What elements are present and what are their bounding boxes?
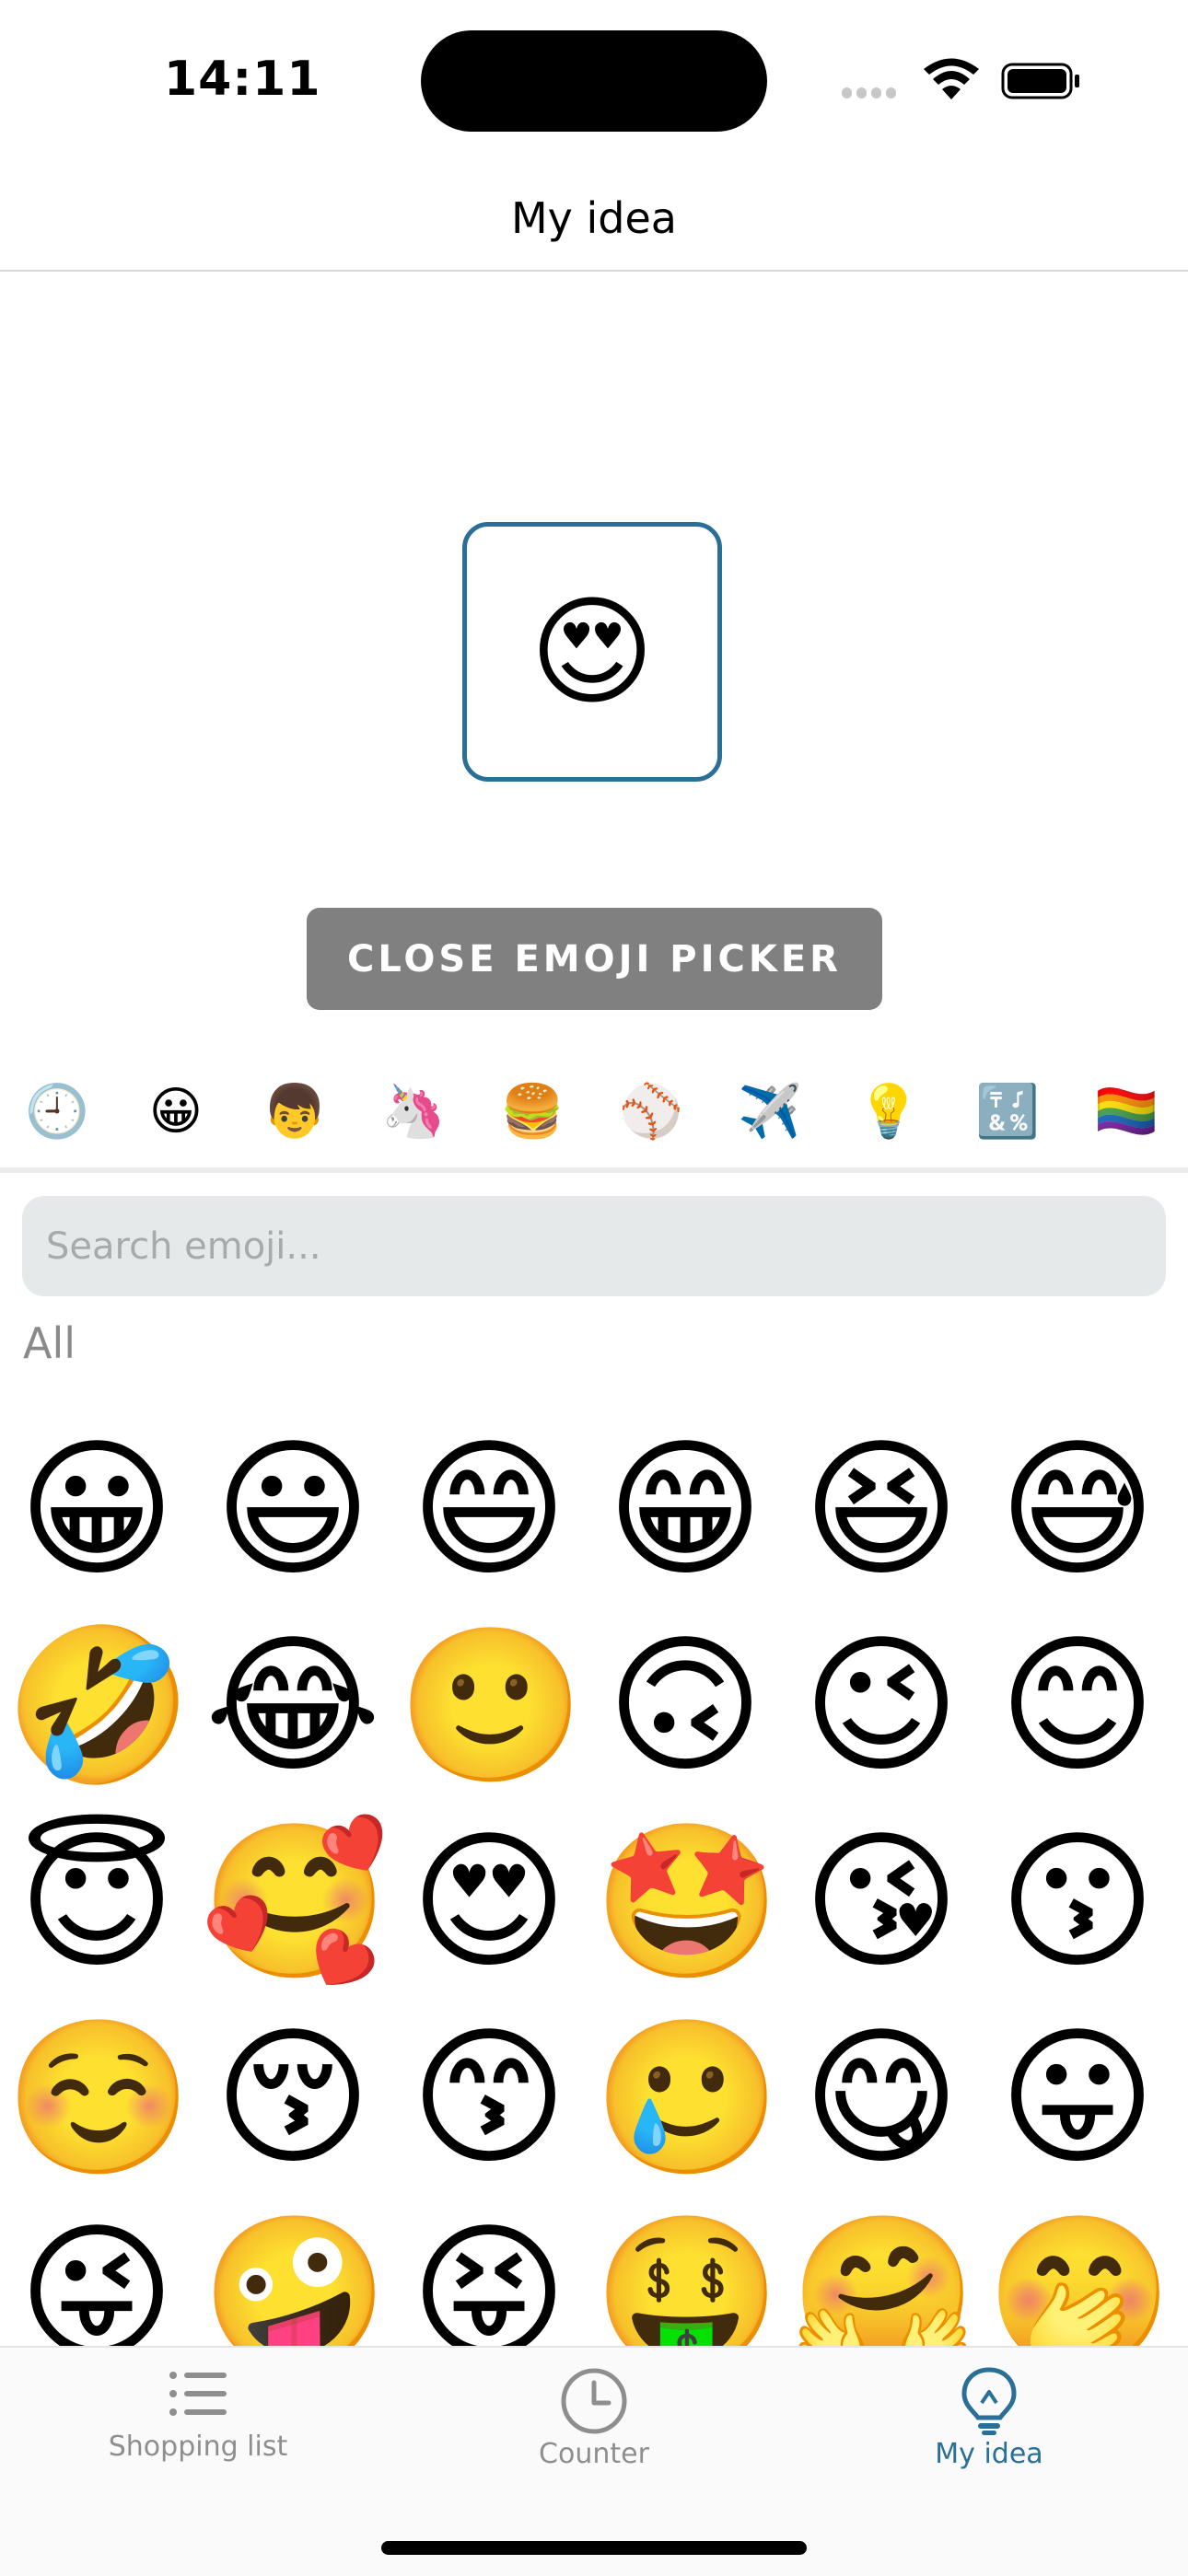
emoji-cell[interactable]: 😛	[985, 2006, 1170, 2190]
tab-my-idea[interactable]: My idea	[851, 2366, 1127, 2495]
emoji-cell[interactable]: 😄	[397, 1418, 581, 1602]
emoji-cell[interactable]: 😃	[201, 1418, 385, 1602]
clock-icon	[561, 2368, 627, 2434]
emoji-cell[interactable]: ☺️	[5, 2006, 192, 2190]
tab-shopping-list[interactable]: Shopping list	[60, 2366, 336, 2495]
emoji-cell[interactable]: 😝	[397, 2202, 581, 2346]
tab-label: Counter	[539, 2438, 649, 2470]
emoji-cell[interactable]: 😚	[201, 2006, 385, 2190]
wifi-icon	[922, 57, 981, 103]
category-animals-icon[interactable]: 🦄	[377, 1075, 450, 1149]
emoji-cell[interactable]: 😉	[789, 1614, 973, 1798]
emoji-cell[interactable]: 😁	[593, 1418, 777, 1602]
category-food-icon[interactable]: 🍔	[495, 1075, 569, 1149]
emoji-category-bar: 🕘 😀 👦 🦄 🍔 ⚾ ✈️ 💡 🔣 🏳️‍🌈	[0, 1059, 1188, 1173]
emoji-cell[interactable]: 😀	[5, 1418, 189, 1602]
category-activities-icon[interactable]: ⚾	[614, 1075, 688, 1149]
list-icon	[169, 2372, 227, 2416]
emoji-cell[interactable]: 🤣	[5, 1614, 192, 1798]
battery-icon	[1001, 63, 1082, 99]
home-indicator[interactable]	[381, 2541, 807, 2555]
emoji-cell[interactable]: 🤭	[985, 2202, 1173, 2346]
status-bar: 14:11	[0, 0, 1188, 166]
emoji-cell[interactable]: 🥰	[201, 1810, 389, 1994]
selected-emoji-box[interactable]: 😍	[462, 522, 722, 782]
category-people-icon[interactable]: 👦	[258, 1075, 332, 1149]
emoji-cell[interactable]: 😇	[5, 1810, 189, 1994]
emoji-cell[interactable]: 😊	[985, 1614, 1170, 1798]
emoji-cell[interactable]: 🙃	[593, 1614, 777, 1798]
tab-counter[interactable]: Counter	[456, 2366, 732, 2495]
search-input[interactable]	[22, 1196, 1166, 1296]
emoji-cell[interactable]: 😙	[397, 2006, 581, 2190]
lightbulb-icon	[961, 2367, 1017, 2435]
category-objects-icon[interactable]: 💡	[852, 1075, 926, 1149]
emoji-cell[interactable]: 😋	[789, 2006, 973, 2190]
page-title: My idea	[510, 193, 677, 243]
category-flags-icon[interactable]: 🏳️‍🌈	[1089, 1075, 1163, 1149]
emoji-cell[interactable]: 😘	[789, 1810, 973, 1994]
nav-header: My idea	[0, 166, 1188, 272]
tab-label: Shopping list	[108, 2431, 288, 2463]
emoji-cell[interactable]: 😆	[789, 1418, 973, 1602]
emoji-cell[interactable]: 🤑	[593, 2202, 781, 2346]
category-recent-icon[interactable]: 🕘	[20, 1075, 94, 1149]
emoji-cell[interactable]: 🤪	[201, 2202, 389, 2346]
emoji-cell[interactable]: 🤗	[789, 2202, 977, 2346]
emoji-cell[interactable]: 😜	[5, 2202, 189, 2346]
emoji-cell[interactable]: 😍	[397, 1810, 581, 1994]
emoji-cell[interactable]: 🙂	[397, 1614, 585, 1798]
tab-label: My idea	[935, 2438, 1043, 2470]
section-label: All	[23, 1318, 76, 1368]
status-time: 14:11	[164, 52, 321, 107]
category-travel-icon[interactable]: ✈️	[733, 1075, 807, 1149]
emoji-cell[interactable]: 😅	[985, 1418, 1170, 1602]
close-emoji-picker-button[interactable]: CLOSE EMOJI PICKER	[307, 908, 882, 1010]
category-smileys-icon[interactable]: 😀	[139, 1075, 213, 1149]
cellular-signal-icon	[842, 85, 904, 99]
emoji-cell[interactable]: 🥲	[593, 2006, 781, 2190]
category-symbols-icon[interactable]: 🔣	[971, 1075, 1044, 1149]
emoji-cell[interactable]: 😗	[985, 1810, 1170, 1994]
emoji-cell[interactable]: 🤩	[593, 1810, 781, 1994]
emoji-cell[interactable]: 😂	[201, 1614, 385, 1798]
dynamic-island	[421, 30, 767, 132]
emoji-grid: 😀 😃 😄 😁 😆 😅 🤣 😂 🙂 🙃 😉 😊 😇 🥰 😍 🤩 😘 😗 ☺️ 😚…	[0, 1418, 1188, 2346]
